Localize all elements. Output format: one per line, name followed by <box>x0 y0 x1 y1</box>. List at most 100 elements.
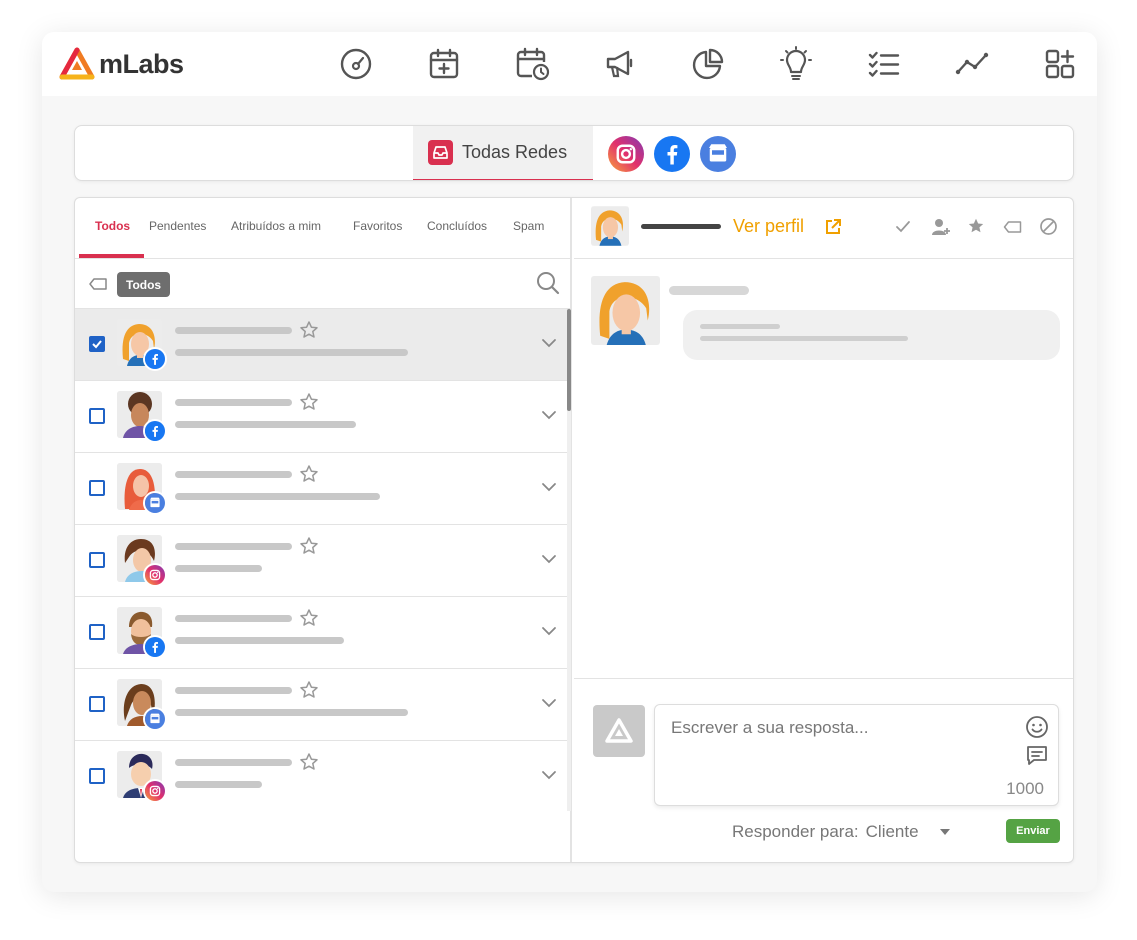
favorite-star-icon[interactable] <box>299 464 319 484</box>
mlabs-logo-icon <box>59 47 95 80</box>
block-icon[interactable] <box>1039 217 1058 236</box>
tab-concluidos[interactable]: Concluídos <box>427 219 487 233</box>
tag-icon[interactable] <box>89 277 107 291</box>
row-checkbox[interactable] <box>89 696 105 712</box>
tab-spam[interactable]: Spam <box>513 219 544 233</box>
mlabs-logo-icon <box>605 718 633 743</box>
chevron-down-icon[interactable] <box>541 769 557 781</box>
megaphone-icon[interactable] <box>602 46 638 82</box>
view-profile-link[interactable]: Ver perfil <box>733 216 804 237</box>
emoji-icon[interactable] <box>1025 715 1049 739</box>
row-checkbox[interactable] <box>89 336 105 352</box>
assign-user-icon[interactable] <box>931 217 951 237</box>
inbox-panel: Todos Pendentes Atribuídos a mim Favorit… <box>74 197 1074 863</box>
mlabs-logo[interactable]: mLabs <box>59 46 184 82</box>
facebook-icon <box>143 347 167 371</box>
message-preview-placeholder <box>175 349 408 356</box>
row-checkbox[interactable] <box>89 768 105 784</box>
quick-reply-icon[interactable] <box>1025 744 1049 768</box>
google-business-icon <box>143 707 167 731</box>
contact-name-placeholder <box>175 543 292 550</box>
favorite-star-icon[interactable] <box>299 536 319 556</box>
responder-value: Cliente <box>865 822 919 841</box>
facebook-icon[interactable] <box>654 136 690 172</box>
logo-text: mLabs <box>99 48 184 79</box>
star-icon[interactable] <box>967 217 985 235</box>
scrollbar-thumb[interactable] <box>567 309 571 411</box>
inbox-icon <box>428 140 453 165</box>
favorite-star-icon[interactable] <box>299 392 319 412</box>
agent-avatar <box>593 705 645 757</box>
contact-name-placeholder <box>641 224 721 229</box>
message-preview-placeholder <box>175 709 408 716</box>
pie-chart-icon[interactable] <box>690 46 726 82</box>
google-business-icon[interactable] <box>700 136 736 172</box>
chat-header: Ver perfil <box>574 198 1073 259</box>
search-icon[interactable] <box>536 271 560 295</box>
chat-column: Ver perfil Escrever a sua resposta... 10… <box>574 198 1073 862</box>
row-checkbox[interactable] <box>89 552 105 568</box>
external-link-icon[interactable] <box>824 218 842 236</box>
calendar-add-icon[interactable] <box>426 46 462 82</box>
instagram-icon <box>143 779 167 803</box>
calendar-clock-icon[interactable] <box>514 46 550 82</box>
message-preview-placeholder <box>175 493 380 500</box>
tab-atribuidos[interactable]: Atribuídos a mim <box>231 219 321 233</box>
top-navigation-bar: mLabs <box>42 32 1097 96</box>
row-checkbox[interactable] <box>89 480 105 496</box>
list-item[interactable] <box>75 309 570 381</box>
send-button[interactable]: Enviar <box>1006 819 1060 843</box>
chevron-down-icon[interactable] <box>541 481 557 493</box>
chevron-down-icon[interactable] <box>541 697 557 709</box>
check-icon[interactable] <box>895 219 911 235</box>
instagram-icon[interactable] <box>608 136 644 172</box>
tag-filter-row: Todos <box>75 259 572 309</box>
chevron-down-icon[interactable] <box>541 337 557 349</box>
list-item[interactable] <box>75 453 570 525</box>
lightbulb-icon[interactable] <box>778 46 814 82</box>
favorite-star-icon[interactable] <box>299 680 319 700</box>
conversation-list <box>75 309 572 813</box>
character-counter: 1000 <box>1006 779 1044 798</box>
favorite-star-icon[interactable] <box>299 752 319 772</box>
favorite-star-icon[interactable] <box>299 320 319 340</box>
responder-select[interactable]: Responder para: Cliente <box>732 822 950 842</box>
reply-input[interactable]: Escrever a sua resposta... 1000 <box>654 704 1059 806</box>
message-preview-placeholder <box>175 421 356 428</box>
message-line-placeholder <box>700 336 908 341</box>
list-item[interactable] <box>75 669 570 741</box>
list-scrollbar[interactable] <box>567 309 571 811</box>
chevron-down-icon[interactable] <box>541 409 557 421</box>
tab-pendentes[interactable]: Pendentes <box>149 219 206 233</box>
row-checkbox[interactable] <box>89 624 105 640</box>
checklist-icon[interactable] <box>866 46 902 82</box>
row-checkbox[interactable] <box>89 408 105 424</box>
tag-icon[interactable] <box>1003 220 1022 234</box>
list-item[interactable] <box>75 741 570 813</box>
tab-favoritos[interactable]: Favoritos <box>353 219 402 233</box>
favorite-star-icon[interactable] <box>299 608 319 628</box>
apps-add-icon[interactable] <box>1042 46 1078 82</box>
chevron-down-icon[interactable] <box>541 625 557 637</box>
chevron-down-icon[interactable] <box>541 553 557 565</box>
facebook-icon <box>143 635 167 659</box>
tag-chip-todos[interactable]: Todos <box>117 272 171 297</box>
contact-name-placeholder <box>175 615 292 622</box>
reply-area: Escrever a sua resposta... 1000 Responde… <box>574 678 1073 862</box>
active-tab-indicator <box>79 254 144 258</box>
network-selector: Todas Redes <box>74 125 1074 181</box>
trend-line-icon[interactable] <box>954 46 990 82</box>
dashboard-icon[interactable] <box>338 46 374 82</box>
list-item[interactable] <box>75 525 570 597</box>
message-area <box>574 259 1073 678</box>
list-item[interactable] <box>75 597 570 669</box>
chat-avatar <box>591 206 629 246</box>
message-preview-placeholder <box>175 565 262 572</box>
contact-name-placeholder <box>175 471 292 478</box>
list-item[interactable] <box>75 381 570 453</box>
tab-all-networks[interactable]: Todas Redes <box>413 126 593 180</box>
tab-todos[interactable]: Todos <box>95 219 130 233</box>
message-preview-placeholder <box>175 637 344 644</box>
tab-all-networks-label: Todas Redes <box>462 142 568 162</box>
google-business-icon <box>143 491 167 515</box>
